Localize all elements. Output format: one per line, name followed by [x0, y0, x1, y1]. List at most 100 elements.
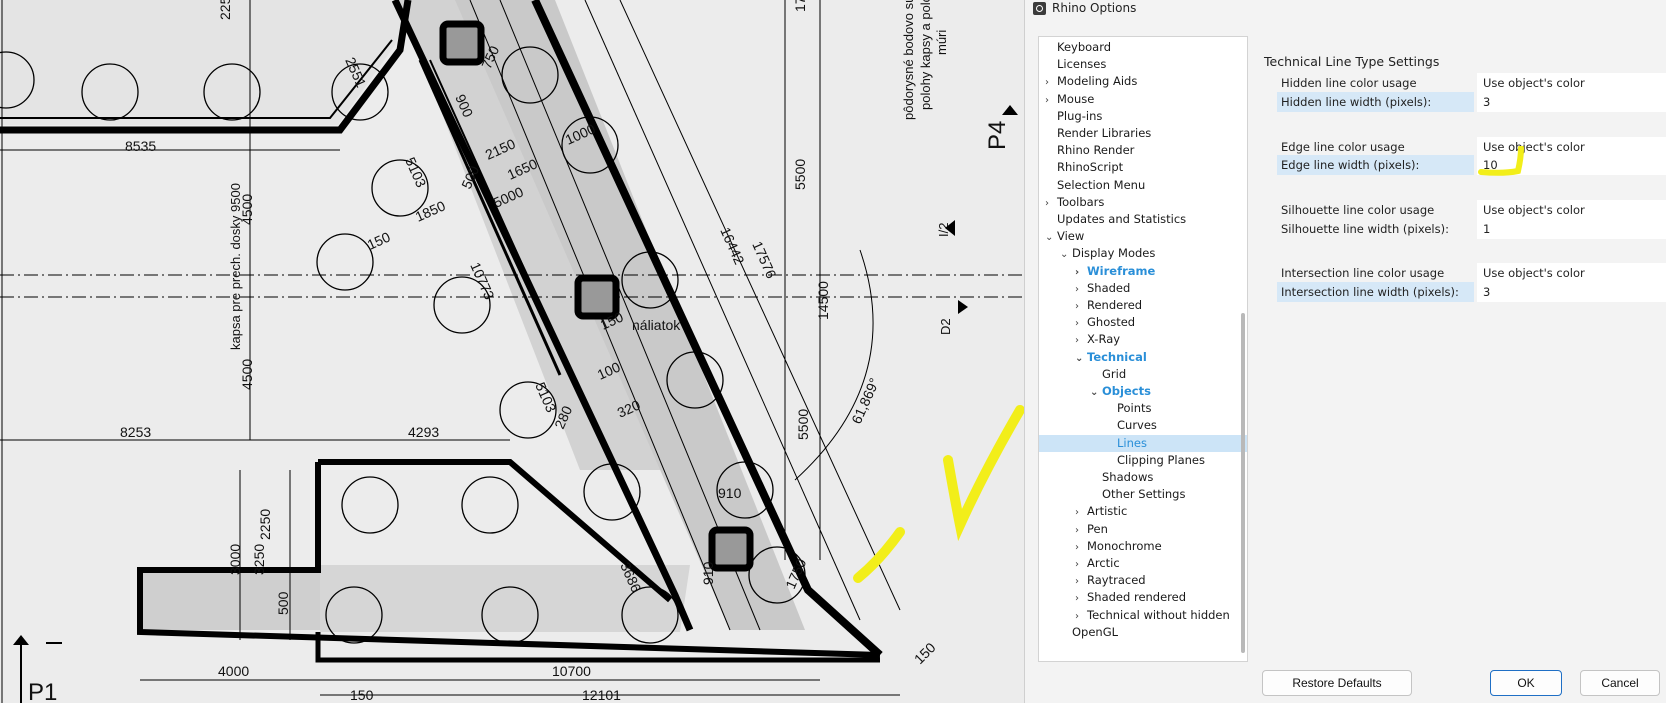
- tree-item-mouse[interactable]: › Mouse: [1045, 91, 1094, 108]
- chevron-right-icon[interactable]: ›: [1075, 522, 1087, 539]
- chevron-right-icon[interactable]: ›: [1075, 539, 1087, 556]
- setting-row: Silhouette line width (pixels): 1: [1277, 219, 1666, 239]
- tree-item-label: Keyboard: [1057, 40, 1112, 54]
- tree-item-rendered[interactable]: › Rendered: [1075, 297, 1142, 314]
- tree-item-objects[interactable]: ⌄ Objects: [1090, 383, 1151, 400]
- tree-item-raytraced[interactable]: › Raytraced: [1075, 572, 1146, 589]
- tree-item-toolbars[interactable]: › Toolbars: [1045, 194, 1104, 211]
- rhino-options-dialog: Rhino Options Keyboard Licenses › Modeling …: [1024, 0, 1666, 703]
- setting-value-field[interactable]: 3: [1477, 282, 1666, 302]
- options-tree[interactable]: Keyboard Licenses › Modeling Aids › Mouse Plug…: [1038, 36, 1248, 662]
- dim-4293: 4293: [408, 424, 439, 440]
- tree-item-label: Monochrome: [1087, 538, 1162, 553]
- tree-item-curves[interactable]: Curves: [1105, 417, 1157, 434]
- dim-12101: 12101: [582, 687, 621, 703]
- setting-value-field[interactable]: 1: [1477, 219, 1666, 239]
- setting-row: Edge line color usage Use object's color: [1277, 137, 1666, 157]
- tree-item-label: OpenGL: [1072, 624, 1119, 639]
- tree-item-technical-without-hidden[interactable]: › Technical without hidden: [1075, 607, 1230, 624]
- tree-item-label: Points: [1117, 401, 1152, 416]
- tree-item-grid[interactable]: Grid: [1090, 366, 1126, 383]
- chevron-right-icon[interactable]: ›: [1045, 92, 1057, 109]
- tree-item-view[interactable]: ⌄ View: [1045, 228, 1084, 245]
- chevron-right-icon[interactable]: ›: [1075, 573, 1087, 590]
- tree-item-label: Pen: [1087, 521, 1108, 536]
- chevron-right-icon[interactable]: ›: [1045, 74, 1057, 91]
- tree-item-wireframe[interactable]: › Wireframe: [1075, 263, 1155, 280]
- tree-item-arctic[interactable]: › Arctic: [1075, 555, 1120, 572]
- setting-value-field[interactable]: Use object's color: [1477, 73, 1666, 93]
- tree-item-technical[interactable]: ⌄ Technical: [1075, 349, 1147, 366]
- tree-item-pen[interactable]: › Pen: [1075, 521, 1108, 538]
- chevron-right-icon[interactable]: ›: [1075, 590, 1087, 607]
- note-line-1: pôdorysné bodovo sú: [901, 0, 916, 120]
- ok-button[interactable]: OK: [1490, 670, 1562, 696]
- chevron-right-icon[interactable]: ›: [1075, 556, 1087, 573]
- cancel-button[interactable]: Cancel: [1580, 670, 1660, 696]
- chevron-right-icon[interactable]: ›: [1075, 504, 1087, 521]
- tree-item-updates-and-statistics[interactable]: Updates and Statistics: [1045, 211, 1186, 228]
- dim-4000: 4000: [218, 663, 249, 679]
- panel-title: Technical Line Type Settings: [1264, 54, 1440, 69]
- chevron-right-icon[interactable]: ›: [1075, 332, 1087, 349]
- tree-item-keyboard[interactable]: Keyboard: [1045, 39, 1111, 56]
- tree-item-label: Shaded rendered: [1087, 590, 1187, 605]
- dim-14500: 14500: [815, 281, 831, 320]
- cad-viewport[interactable]: 8535 4500 4500 8253 4293 4000 10700 150 …: [0, 0, 1024, 703]
- tree-item-clipping-planes[interactable]: Clipping Planes: [1105, 452, 1205, 469]
- setting-row: Intersection line width (pixels): 3: [1277, 282, 1666, 302]
- tree-item-opengl[interactable]: OpenGL: [1060, 624, 1118, 641]
- title-bar[interactable]: Rhino Options: [1033, 0, 1136, 16]
- setting-label: Edge line color usage: [1281, 140, 1405, 154]
- tree-item-label: Raytraced: [1087, 573, 1146, 588]
- tree-item-rhinoscript[interactable]: RhinoScript: [1045, 159, 1123, 176]
- chevron-right-icon[interactable]: ›: [1075, 315, 1087, 332]
- tree-item-display-modes[interactable]: ⌄ Display Modes: [1060, 245, 1155, 262]
- tree-item-artistic[interactable]: › Artistic: [1075, 503, 1127, 520]
- chevron-right-icon[interactable]: ›: [1075, 281, 1087, 298]
- tree-item-label: Plug-ins: [1057, 108, 1103, 123]
- dim-8535: 8535: [125, 138, 156, 154]
- chevron-right-icon[interactable]: ›: [1075, 264, 1087, 281]
- tree-item-plug-ins[interactable]: Plug-ins: [1045, 108, 1102, 125]
- tree-item-label: Mouse: [1057, 91, 1095, 106]
- tree-item-rhino-render[interactable]: Rhino Render: [1045, 142, 1134, 159]
- tree-item-ghosted[interactable]: › Ghosted: [1075, 314, 1135, 331]
- chevron-right-icon[interactable]: ›: [1075, 298, 1087, 315]
- chevron-right-icon[interactable]: ›: [1075, 608, 1087, 625]
- setting-value-field[interactable]: 3: [1477, 92, 1666, 112]
- setting-row: Hidden line width (pixels): 3: [1277, 92, 1666, 112]
- tree-item-lines[interactable]: Lines: [1039, 434, 1247, 452]
- tree-item-shadows[interactable]: Shadows: [1090, 469, 1153, 486]
- tree-item-label: Modeling Aids: [1057, 74, 1138, 89]
- setting-value-field[interactable]: Use object's color: [1477, 263, 1666, 283]
- chevron-right-icon[interactable]: ›: [1045, 195, 1057, 212]
- tree-item-shaded[interactable]: › Shaded: [1075, 280, 1130, 297]
- tree-item-other-settings[interactable]: Other Settings: [1090, 486, 1185, 503]
- restore-defaults-button[interactable]: Restore Defaults: [1262, 670, 1412, 696]
- chevron-down-icon[interactable]: ⌄: [1045, 229, 1057, 246]
- tree-item-label: Wireframe: [1087, 263, 1156, 278]
- dim-10700: 10700: [552, 663, 591, 679]
- tree-item-shaded-rendered[interactable]: › Shaded rendered: [1075, 589, 1186, 606]
- chevron-down-icon[interactable]: ⌄: [1075, 350, 1087, 367]
- tree-item-licenses[interactable]: Licenses: [1045, 56, 1106, 73]
- tree-item-render-libraries[interactable]: Render Libraries: [1045, 125, 1151, 142]
- tree-item-modeling-aids[interactable]: › Modeling Aids: [1045, 73, 1137, 90]
- tree-item-label: Artistic: [1087, 504, 1128, 519]
- setting-value-field[interactable]: Use object's color: [1477, 200, 1666, 220]
- tree-item-points[interactable]: Points: [1105, 400, 1152, 417]
- tree-item-label: Licenses: [1057, 57, 1107, 72]
- setting-label: Hidden line width (pixels):: [1277, 92, 1474, 112]
- dim-150-a: 150: [350, 687, 374, 703]
- tree-scrollbar[interactable]: [1241, 313, 1245, 653]
- chevron-down-icon[interactable]: ⌄: [1060, 246, 1072, 263]
- dim-3000: 3000: [227, 544, 243, 575]
- tree-item-selection-menu[interactable]: Selection Menu: [1045, 177, 1145, 194]
- tree-item-monochrome[interactable]: › Monochrome: [1075, 538, 1162, 555]
- tree-item-label: Other Settings: [1102, 487, 1186, 502]
- tree-item-label: Objects: [1102, 384, 1151, 398]
- section-label-d2: D2: [938, 318, 953, 335]
- chevron-down-icon[interactable]: ⌄: [1090, 384, 1102, 401]
- tree-item-x-ray[interactable]: › X-Ray: [1075, 331, 1120, 348]
